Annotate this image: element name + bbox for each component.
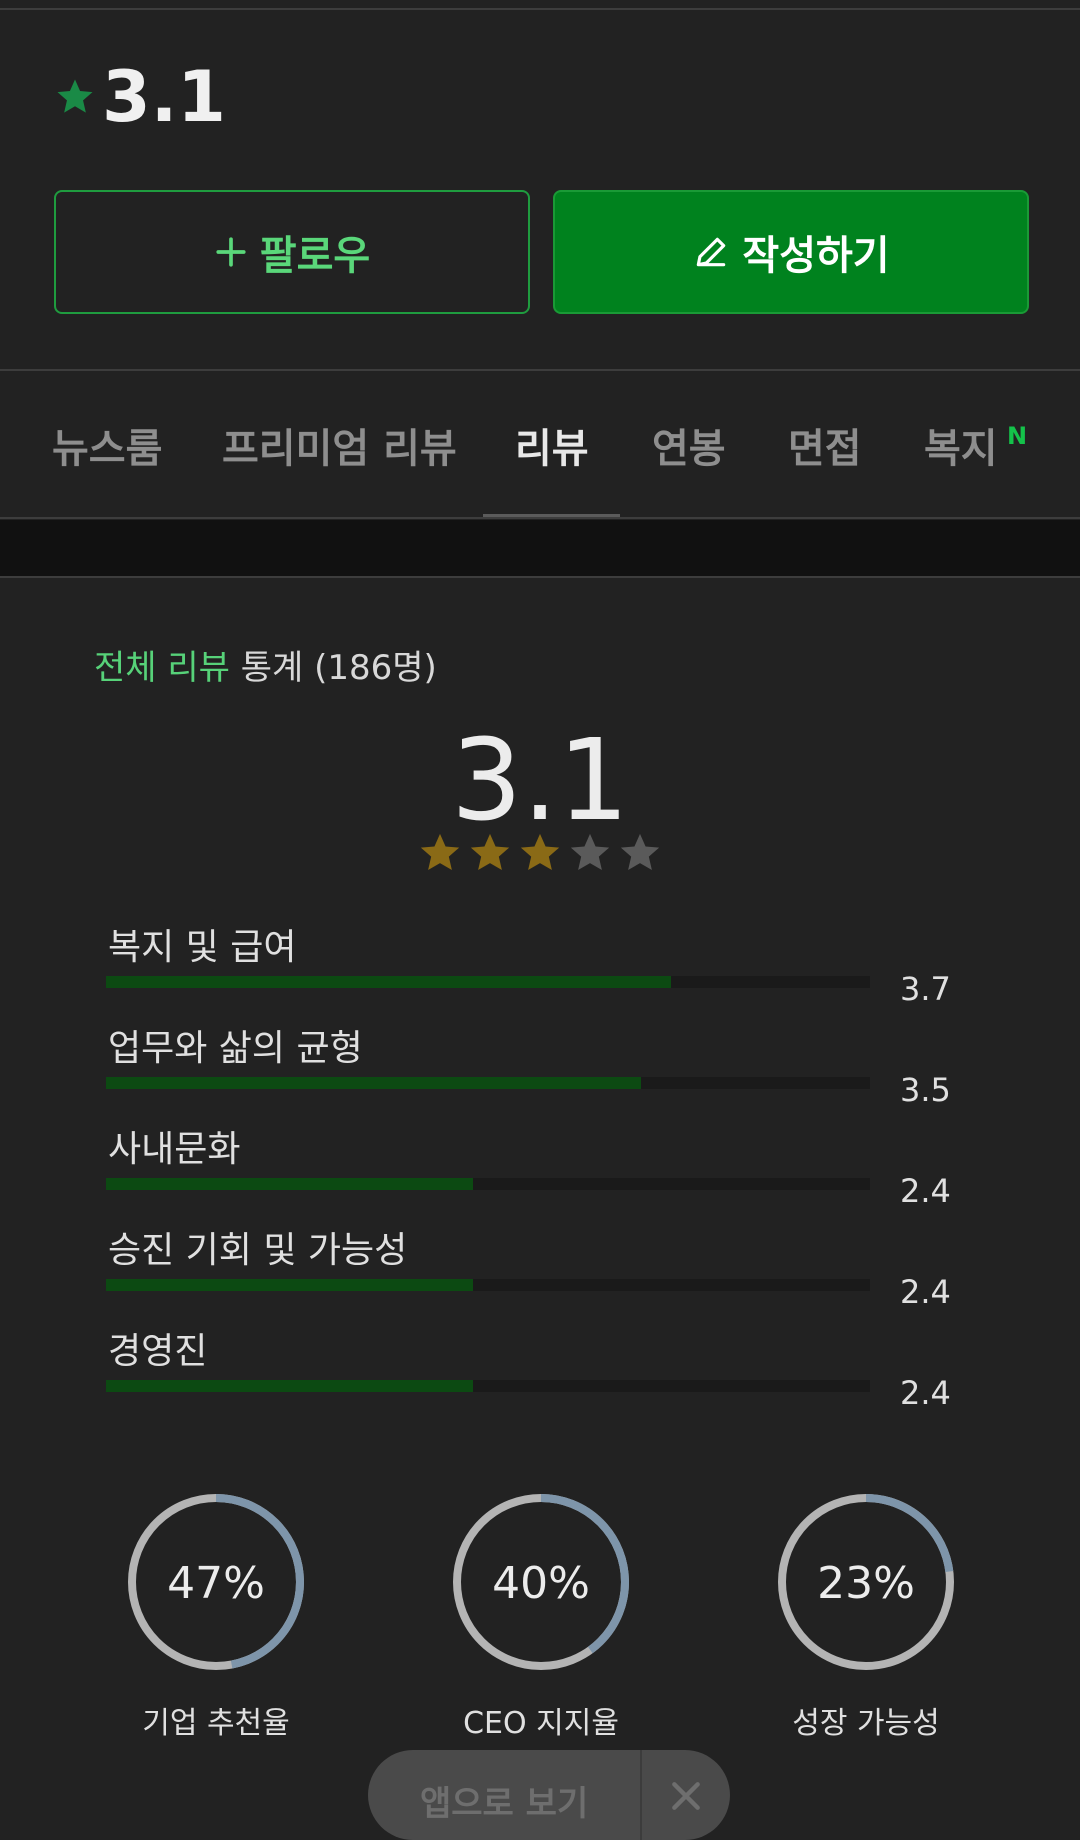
category-value: 2.4 [900,1172,951,1210]
new-badge: N [1007,422,1028,450]
plus-icon [214,235,248,269]
category-label: 경영진 [108,1331,208,1372]
donut-chart: 47% [128,1494,304,1670]
category-bar-fill [106,1279,473,1291]
star-empty-icon [620,833,660,871]
donut-label: 성장 가능성 [792,1706,940,1741]
category-bar-track [106,976,870,988]
star-filled-icon [520,833,560,871]
tab-newsroom[interactable]: 뉴스룸 [52,416,162,474]
write-label: 작성하기 [742,233,890,279]
open-in-app-label[interactable]: 앱으로 보기 [420,1776,588,1825]
star-rating [0,830,1080,876]
donut-chart: 23% [778,1494,954,1670]
star-icon [57,79,93,113]
star-filled-icon [470,833,510,871]
donut-label: CEO 지지율 [463,1706,619,1741]
category-label: 복지 및 급여 [108,927,297,968]
category-bar-track [106,1178,870,1190]
follow-button[interactable]: 팔로우 [54,190,530,314]
banner-separator [640,1750,642,1840]
category-bar-track [106,1380,870,1392]
header-divider [0,369,1080,371]
category-value: 3.7 [900,970,951,1008]
tab-salary[interactable]: 연봉 [652,416,726,474]
section-separator-band [0,520,1080,576]
pencil-icon [692,233,730,271]
header-rating-value: 3.1 [102,56,227,138]
category-bar-fill [106,1380,473,1392]
write-review-button[interactable]: 작성하기 [553,190,1029,314]
band-divider [0,576,1080,578]
tab-premium-review[interactable]: 프리미엄 리뷰 [222,416,457,474]
category-bar-track [106,1077,870,1089]
star-empty-icon [570,833,610,871]
header-rating: 3.1 [54,52,226,142]
tabs-divider [0,517,1080,519]
category-value: 2.4 [900,1374,951,1412]
follow-label: 팔로우 [259,233,371,279]
tab-bar: 뉴스룸 프리미엄 리뷰 리뷰 연봉 면접 복지 N [0,372,1080,518]
stats-title-rest: 통계 (186명) [229,648,437,688]
close-icon[interactable] [666,1776,706,1816]
tab-review[interactable]: 리뷰 [515,416,589,474]
donut-percent: 23% [817,1558,915,1609]
donut-percent: 47% [167,1558,265,1609]
category-label: 업무와 삶의 균형 [108,1028,363,1069]
open-in-app-banner[interactable]: 앱으로 보기 [368,1750,730,1840]
top-divider [0,8,1080,10]
category-value: 3.5 [900,1071,951,1109]
donut-percent: 40% [492,1558,590,1609]
stats-title-highlight[interactable]: 전체 리뷰 [94,648,230,688]
category-label: 승진 기회 및 가능성 [108,1230,408,1271]
category-label: 사내문화 [108,1129,241,1170]
donut-chart: 40% [453,1494,629,1670]
category-bar-track [106,1279,870,1291]
category-bar-fill [106,976,672,988]
overall-rating: 3.1 [450,716,630,846]
category-bar-fill [106,1178,473,1190]
tab-interview[interactable]: 면접 [788,416,862,474]
stats-title: 전체 리뷰 통계 (186명) [94,640,437,689]
tab-benefits[interactable]: 복지 [924,416,998,474]
category-bar-fill [106,1077,641,1089]
star-filled-icon [420,833,460,871]
category-value: 2.4 [900,1273,951,1311]
donut-label: 기업 추천율 [142,1706,290,1741]
